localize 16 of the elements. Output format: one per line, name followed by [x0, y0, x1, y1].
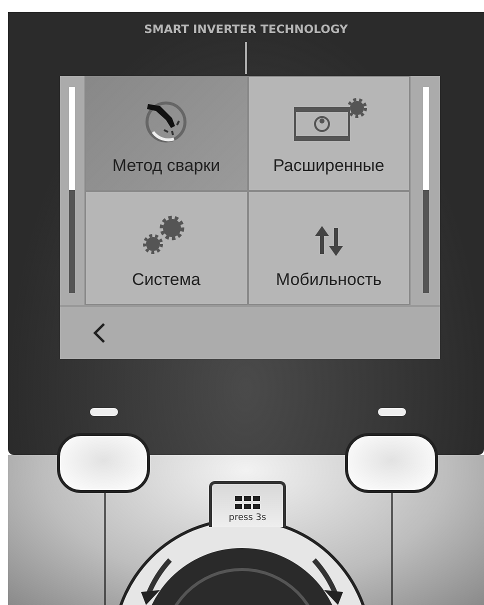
right-soft-key[interactable]: [345, 433, 438, 493]
brand-label: SMART INVERTER TECHNOLOGY: [144, 22, 348, 36]
menu-tile[interactable]: Метод сварки: [85, 76, 248, 191]
back-button[interactable]: [92, 322, 106, 344]
menu-tile[interactable]: Система: [85, 191, 248, 305]
up-down-arrows-icon: [312, 224, 345, 258]
indicator-light: [378, 408, 406, 416]
menu-tile[interactable]: Мобильность: [248, 191, 410, 305]
indicator-light: [90, 408, 118, 416]
welding-torch-icon: [144, 100, 188, 144]
tick-mark: [245, 42, 247, 74]
menu-key[interactable]: press 3s: [209, 481, 286, 527]
menu-tile[interactable]: Расширенные: [248, 76, 410, 191]
grid-icon: [234, 496, 260, 510]
left-soft-key[interactable]: [57, 433, 150, 493]
back-chevron-icon: [92, 322, 106, 344]
